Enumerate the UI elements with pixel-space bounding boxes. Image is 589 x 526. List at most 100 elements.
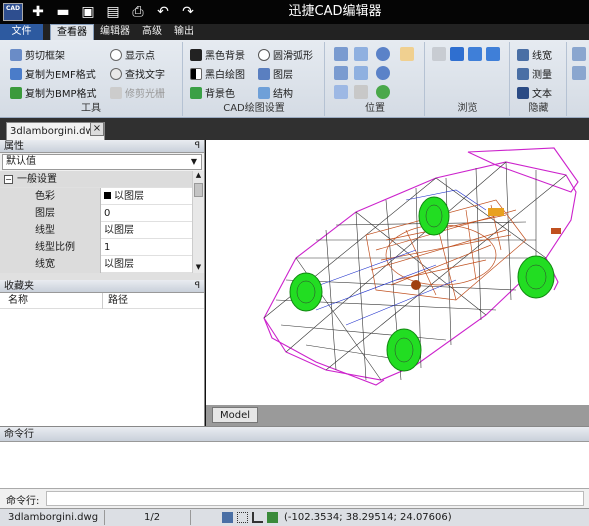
browse-label: 浏览 [457, 103, 478, 114]
copy-bmp-button[interactable]: 复制为BMP格式 [10, 84, 97, 101]
save-icon[interactable]: ▣ [78, 2, 98, 22]
snap-icon[interactable] [222, 512, 233, 523]
position-label: 位置 [365, 103, 385, 114]
property-row[interactable]: 线型 以图层 [0, 222, 204, 239]
title-bar: CAD ✚ ▬ ▣ ▤ ⎙ ↶ ↷ 迅捷CAD编辑器 [0, 0, 589, 24]
ortho-icon[interactable] [252, 512, 263, 523]
property-row[interactable]: 线型比例 1 [0, 239, 204, 256]
forward-arrow-icon[interactable] [450, 47, 464, 61]
properties-grid: − 一般设置 色彩 以图层 图层 0 线型 以图层 线型比例 1 线宽 以图层 … [0, 171, 204, 273]
show-points-button[interactable]: 显示点 [110, 46, 155, 63]
structure-button[interactable]: 结构 [258, 84, 293, 101]
tab-viewer[interactable]: 查看器 [50, 24, 94, 40]
pin-icon[interactable]: ꟼ [195, 140, 200, 153]
layout-tab-bar: Model [206, 405, 589, 427]
zoom-in-icon[interactable] [376, 47, 390, 61]
extra-tool-icon[interactable] [572, 47, 586, 61]
cad-logo-icon[interactable]: CAD [3, 3, 23, 21]
scroll-down-icon[interactable]: ▼ [193, 263, 204, 273]
section-row[interactable]: − 一般设置 [0, 171, 204, 188]
points-icon [110, 48, 122, 61]
hide-label: 隐藏 [528, 103, 549, 114]
properties-header: 属性 ꟼ [0, 140, 204, 153]
properties-combo[interactable]: 默认值 ▼ [2, 154, 202, 170]
redo-icon[interactable]: ↷ [178, 2, 198, 22]
zoom-out-icon[interactable] [376, 66, 390, 80]
column-path[interactable]: 路径 [108, 293, 128, 309]
collapse-icon[interactable]: − [4, 175, 13, 184]
copy-emf-button[interactable]: 复制为EMF格式 [10, 65, 96, 82]
command-input-row: 命令行: [0, 488, 589, 508]
left-panel: 属性 ꟼ 默认值 ▼ − 一般设置 色彩 以图层 图层 0 线型 以图层 线型比… [0, 140, 205, 429]
scroll-up-icon[interactable]: ▲ [193, 171, 204, 181]
document-tab-bar: 3dlamborgini.dwg × [0, 118, 589, 140]
zoom-window-icon[interactable] [354, 47, 368, 61]
ribbon-tab-bar: 文件 查看器 编辑器 高级 输出 [0, 24, 589, 40]
scroll-thumb[interactable] [194, 183, 203, 197]
undo-icon[interactable]: ↶ [153, 2, 173, 22]
text-button[interactable]: 文本 [517, 84, 552, 101]
tab-advanced[interactable]: 高级 [136, 24, 168, 40]
close-tab-icon[interactable]: × [90, 122, 104, 136]
status-bar: 3dlamborgini.dwg 1/2 (-102.3534; 38.2951… [0, 508, 589, 526]
favorites-column-header: 名称 路径 [0, 293, 204, 309]
color-swatch [104, 192, 111, 199]
tab-output[interactable]: 输出 [168, 24, 200, 40]
extra-tool-icon[interactable] [572, 66, 586, 80]
fit-icon[interactable] [334, 47, 348, 61]
background-color-button[interactable]: 背景色 [190, 84, 235, 101]
cut-frame-button[interactable]: 剪切框架 [10, 46, 65, 63]
tab-editor[interactable]: 编辑器 [94, 24, 136, 40]
black-background-button[interactable]: 黑色背景 [190, 46, 245, 63]
orbit-icon[interactable] [334, 85, 348, 99]
property-row[interactable]: 图层 0 [0, 205, 204, 222]
osnap-icon[interactable] [267, 512, 278, 523]
smooth-arc-button[interactable]: 圆滑弧形 [258, 46, 313, 63]
favorites-list[interactable] [0, 309, 204, 429]
hide-group: 线宽 测量 文本 隐藏 [511, 42, 567, 116]
file-menu-button[interactable]: 文件 [0, 24, 43, 40]
property-row[interactable]: 色彩 以图层 [0, 188, 204, 205]
favorites-header: 收藏夹 ꟼ [0, 280, 204, 293]
refresh-icon[interactable] [468, 47, 482, 61]
new-file-icon[interactable]: ✚ [28, 2, 48, 22]
grid-icon[interactable] [237, 512, 248, 523]
rotate-icon[interactable] [354, 85, 368, 99]
fit-all-icon[interactable] [334, 66, 348, 80]
car-wireframe-drawing [263, 147, 579, 386]
properties-scrollbar[interactable]: ▲ ▼ [192, 171, 204, 273]
print-icon[interactable]: ⎙ [128, 2, 148, 22]
pan-hand-icon[interactable] [400, 47, 414, 61]
command-panel: 命令行 [0, 426, 589, 488]
cad-settings-label: CAD绘图设置 [223, 103, 285, 114]
drawing-viewport[interactable] [206, 140, 589, 410]
save-as-icon[interactable]: ▤ [103, 2, 123, 22]
tools-group: 剪切框架 复制为EMF格式 复制为BMP格式 显示点 查找文字 修剪光栅 工具 [0, 42, 183, 116]
black-bg-icon [190, 48, 202, 61]
pin-icon[interactable]: ꟼ [195, 280, 200, 293]
line-width-button[interactable]: 线宽 [517, 46, 552, 63]
layers-button[interactable]: 图层 [258, 65, 293, 82]
next-page-icon[interactable] [486, 47, 500, 61]
command-header: 命令行 [0, 427, 589, 442]
column-name[interactable]: 名称 [8, 293, 28, 309]
trim-raster-button[interactable]: 修剪光栅 [110, 84, 165, 101]
ruler-icon [517, 67, 529, 80]
bw-icon [190, 67, 202, 80]
back-arrow-icon[interactable] [432, 47, 446, 61]
line-width-icon [517, 48, 529, 61]
view-3d-icon[interactable] [376, 85, 390, 99]
command-input[interactable] [46, 491, 584, 506]
find-text-button[interactable]: 查找文字 [110, 65, 165, 82]
crop-icon [110, 86, 122, 99]
property-row[interactable]: 线宽 以图层 [0, 256, 204, 273]
measure-button[interactable]: 测量 [517, 65, 552, 82]
splitter[interactable] [0, 273, 204, 280]
zoom-extents-icon[interactable] [354, 66, 368, 80]
bw-drawing-button[interactable]: 黑白绘图 [190, 65, 245, 82]
layers-icon [258, 67, 270, 80]
status-page: 1/2 [144, 512, 161, 523]
chevron-down-icon: ▼ [190, 157, 198, 166]
model-tab[interactable]: Model [212, 407, 258, 423]
open-folder-icon[interactable]: ▬ [53, 2, 73, 22]
